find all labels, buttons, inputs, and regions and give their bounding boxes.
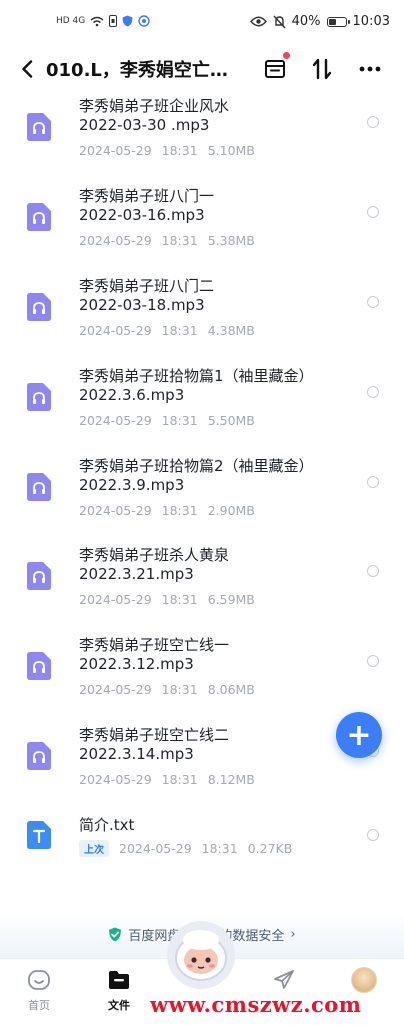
file-name: 简介.txt: [79, 816, 135, 834]
sort-button[interactable]: [307, 54, 337, 84]
audio-file-icon: [27, 293, 51, 321]
file-name: 李秀娟弟子班拾物篇2（袖里藏金） 2022.3.9.mp3: [79, 457, 314, 494]
file-name: 李秀娟弟子班杀人黄泉 2022.3.21.mp3: [79, 546, 230, 583]
file-meta: 2024-05-29 18:31 4.38MB: [79, 323, 255, 338]
audio-file-icon: [27, 473, 51, 501]
audio-file-icon: [27, 203, 51, 231]
file-meta: 2024-05-29 18:31 5.10MB: [79, 143, 255, 158]
battery-percent: 40%: [291, 14, 321, 29]
app-notification-icon: [138, 15, 150, 27]
list-item[interactable]: 简介.txt 上次 2024-05-29 18:31 0.27KB: [0, 816, 404, 906]
status-right: 40% 10:03: [249, 14, 390, 29]
more-button[interactable]: [355, 54, 385, 84]
audio-file-icon: [27, 562, 51, 590]
wifi-icon: [90, 16, 104, 26]
file-meta: 2024-05-29 18:31 2.90MB: [79, 503, 255, 518]
file-meta: 2024-05-29 18:31 6.59MB: [79, 592, 255, 607]
tab-home[interactable]: 首页: [9, 967, 69, 1013]
chevron-right-icon: ›: [290, 926, 296, 942]
back-button[interactable]: [14, 54, 40, 84]
file-meta: 上次 2024-05-29 18:31 0.27KB: [79, 840, 302, 857]
add-fab-button[interactable]: +: [336, 712, 382, 758]
select-checkbox[interactable]: [367, 116, 379, 128]
folder-icon: [109, 971, 129, 989]
tab-home-label: 首页: [28, 999, 50, 1012]
audio-file-icon: [27, 652, 51, 680]
mute-bell-icon: [273, 15, 286, 28]
status-bar: HD 4G 40% 10:03: [0, 0, 404, 46]
file-name: 李秀娟弟子班企业风水 2022-03-30 .mp3: [79, 97, 230, 134]
network-indicator: HD 4G: [56, 16, 86, 26]
send-icon: [274, 970, 294, 989]
select-checkbox[interactable]: [367, 565, 379, 577]
list-item[interactable]: 李秀娟弟子班八门一 2022-03-16.mp3 2024-05-29 18:31 5…: [0, 187, 404, 277]
sort-arrows-icon: [312, 58, 332, 80]
file-meta: 2024-05-29 18:31 5.38MB: [79, 233, 255, 248]
list-item[interactable]: 李秀娟弟子班八门二 2022-03-18.mp3 2024-05-29 18:31 4…: [0, 277, 404, 367]
header: 010.L，李秀娟空亡…: [0, 46, 404, 92]
transfer-list-button[interactable]: [260, 52, 290, 84]
tab-files-label: 文件: [108, 999, 130, 1012]
plus-icon: +: [346, 717, 372, 753]
file-name: 李秀娟弟子班拾物篇1（袖里藏金） 2022.3.6.mp3: [79, 367, 314, 404]
page-title: 010.L，李秀娟空亡…: [46, 60, 228, 81]
select-checkbox[interactable]: [367, 296, 379, 308]
tray-icon: [265, 60, 285, 78]
battery-icon: [326, 16, 350, 27]
shield-app-icon: [122, 15, 133, 27]
audio-file-icon: [27, 742, 51, 770]
status-left: HD 4G: [56, 15, 150, 27]
select-checkbox[interactable]: [367, 829, 379, 841]
shield-check-icon: [109, 927, 122, 941]
notification-dot: [283, 52, 290, 59]
chevron-left-icon: [22, 60, 33, 78]
text-file-icon: [27, 821, 51, 849]
more-dots-icon: [359, 66, 381, 72]
mascot-icon[interactable]: [164, 918, 238, 992]
eye-icon: [249, 16, 267, 27]
list-item[interactable]: 李秀娟弟子班企业风水 2022-03-30 .mp3 2024-05-29 18:3…: [0, 97, 404, 187]
list-item[interactable]: 李秀娟弟子班空亡线一 2022.3.12.mp3 2024-05-29 18:31 8…: [0, 636, 404, 726]
list-item[interactable]: 李秀娟弟子班杀人黄泉 2022.3.21.mp3 2024-05-29 18:31 6…: [0, 546, 404, 636]
file-name: 李秀娟弟子班八门二 2022-03-18.mp3: [79, 277, 215, 314]
file-name: 李秀娟弟子班空亡线二 2022.3.14.mp3: [79, 726, 230, 763]
recent-badge: 上次: [79, 840, 109, 857]
select-checkbox[interactable]: [367, 655, 379, 667]
tab-files[interactable]: 文件: [89, 967, 149, 1013]
list-item[interactable]: 李秀娟弟子班拾物篇2（袖里藏金） 2022.3.9.mp3 2024-05-29 1…: [0, 457, 404, 547]
audio-file-icon: [27, 113, 51, 141]
select-checkbox[interactable]: [367, 206, 379, 218]
file-meta: 2024-05-29 18:31 8.06MB: [79, 682, 255, 697]
file-meta: 2024-05-29 18:31 8.12MB: [79, 772, 255, 787]
home-icon: [28, 970, 50, 990]
watermark: www.cmszwz.com: [150, 992, 362, 1017]
avatar: [351, 967, 377, 993]
select-checkbox[interactable]: [367, 476, 379, 488]
select-checkbox[interactable]: [367, 386, 379, 398]
audio-file-icon: [27, 383, 51, 411]
file-name: 李秀娟弟子班空亡线一 2022.3.12.mp3: [79, 636, 230, 673]
clock: 10:03: [352, 14, 390, 29]
file-name: 李秀娟弟子班八门一 2022-03-16.mp3: [79, 187, 215, 224]
list-item[interactable]: 李秀娟弟子班拾物篇1（袖里藏金） 2022.3.6.mp3 2024-05-29 1…: [0, 367, 404, 457]
file-meta: 2024-05-29 18:31 5.50MB: [79, 413, 255, 428]
sim-icon: [109, 15, 118, 27]
